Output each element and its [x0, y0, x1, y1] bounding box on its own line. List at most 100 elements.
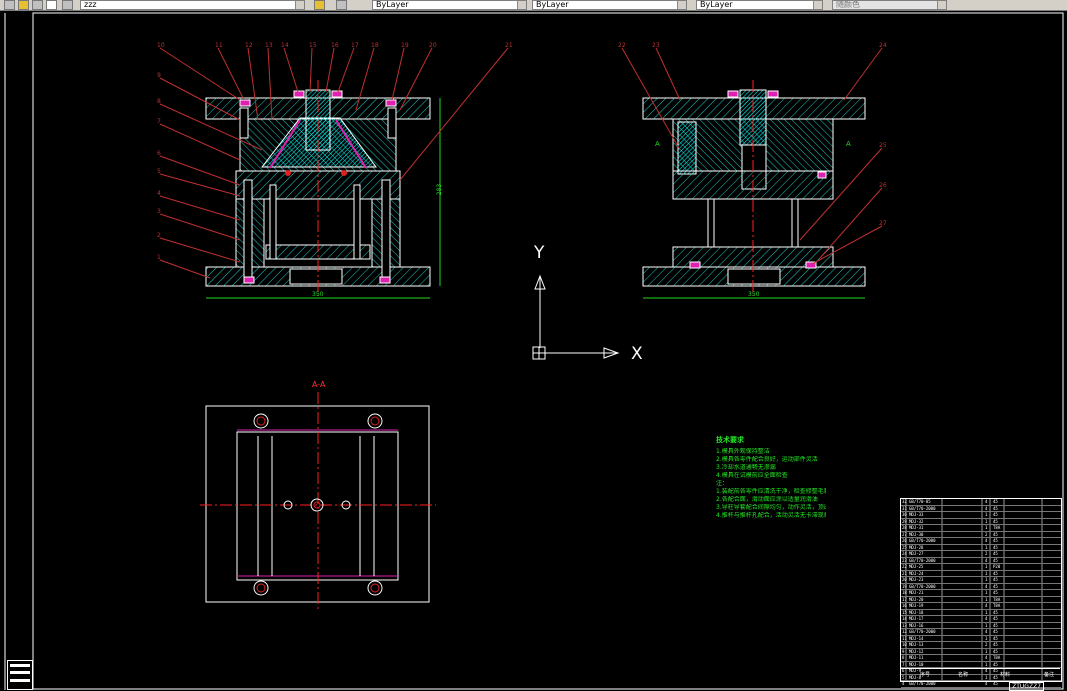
tech-note-line: 2.各配合面，滑动面应涂以适量润滑油: [716, 496, 818, 503]
bom-row-code: MDJ-21: [909, 590, 924, 595]
chevron-down-icon[interactable]: [813, 1, 822, 9]
bom-row-index: 7: [902, 661, 905, 667]
front-part-number: 3: [157, 208, 161, 215]
layer-prev-icon[interactable]: [62, 0, 73, 10]
ucs-x-label: X: [631, 344, 643, 364]
chevron-down-icon[interactable]: [937, 1, 946, 9]
bom-row-code: MDJ-16: [909, 622, 924, 628]
bom-row-qty: 1: [985, 544, 988, 550]
bom-row-qty: 4: [985, 583, 988, 589]
side-screw-head-3: [689, 261, 701, 269]
side-part-number: 22: [618, 42, 626, 49]
title-block-material-header: 材料: [1000, 672, 1011, 678]
bom-row-qty: 2: [985, 531, 988, 537]
bom-row-material: 45: [993, 622, 998, 628]
bom-row-material: 45: [993, 551, 998, 556]
bom-row-material: T8A: [993, 655, 1001, 660]
plotstyle-dropdown-value: 随颜色: [836, 0, 860, 9]
section-guide-hole-tl-inner: [256, 416, 266, 426]
bom-row-code: GB/T70-2000: [909, 629, 936, 634]
ucs-y-label: Y: [534, 243, 545, 263]
front-width-dimension: 350: [312, 291, 324, 298]
title-block-remark-header: 备注: [1044, 672, 1055, 678]
bom-row-qty: 4: [985, 616, 988, 621]
bom-row-index: 26: [902, 538, 907, 543]
drawing-number: ZTUGZZ7: [1009, 682, 1044, 691]
bom-row-qty: 4: [985, 499, 988, 504]
side-pin-left: [707, 198, 715, 248]
front-bottom-opening: [289, 268, 343, 285]
section-guide-hole-br-inner: [370, 583, 380, 593]
front-part-number: 10: [157, 42, 165, 49]
side-pin-right: [791, 198, 799, 248]
color-dropdown[interactable]: ByLayer: [372, 0, 527, 10]
bom-row-code: MDJ-25: [909, 564, 924, 569]
make-object-layer-current-icon[interactable]: [314, 0, 325, 10]
plotstyle-dropdown[interactable]: 随颜色: [832, 0, 947, 10]
bom-row-code: MDJ-31: [909, 525, 924, 530]
tech-note-line: 3.冷却水道通畅无渗漏: [716, 464, 776, 471]
bom-row-code: GB/T70-2000: [909, 505, 936, 511]
bom-row-material: 45: [993, 583, 998, 589]
front-part-number: 1: [157, 254, 161, 261]
bom-row-material: T8A: [993, 603, 1001, 608]
front-guide-pin-left: [239, 107, 249, 139]
front-ejector-pin-left: [269, 184, 277, 260]
bom-row-material: P20: [993, 564, 1001, 569]
layer-color-swatch-icon[interactable]: [46, 0, 57, 10]
bom-row-material: 45: [993, 499, 998, 504]
bom-row-material: 45: [993, 642, 998, 647]
bom-row-qty: 2: [985, 642, 988, 647]
bom-row-index: 18: [902, 590, 907, 595]
bom-row-material: 45: [993, 557, 998, 563]
bom-row-qty: 1: [985, 609, 988, 615]
bom-row-qty: 2: [985, 551, 988, 556]
front-part-number: 17: [351, 42, 359, 49]
bom-row-code: MDJ-30: [909, 531, 924, 537]
bom-row-material: 45: [993, 616, 998, 621]
layer-dropdown[interactable]: zzz: [80, 0, 305, 10]
linetype-dropdown[interactable]: ByLayer: [532, 0, 687, 10]
chevron-down-icon[interactable]: [677, 1, 686, 9]
front-part-number: 15: [309, 42, 317, 49]
bom-row-code: GB/T70-2000: [909, 583, 936, 589]
bom-row-index: 27: [902, 531, 907, 537]
bom-row-code: MDJ-18: [909, 609, 924, 615]
section-guide-hole-tr: [367, 413, 383, 429]
layer-previous-icon[interactable]: [336, 0, 347, 10]
bom-row-code: MDJ-28: [909, 544, 924, 550]
bom-row-material: 45: [993, 635, 998, 641]
layer-properties-icon[interactable]: [4, 0, 15, 10]
chevron-down-icon[interactable]: [295, 1, 304, 9]
tech-note-line: 3.导柱导套配合间隙均匀，动作灵活，顶出，复位: [716, 504, 826, 511]
bom-row-code: MDJ-11: [909, 655, 924, 660]
bill-of-materials-table: 32 GB/T70-85 4 45 31 GB/T70-2000 4 45 30 MDJ-33 1 4…: [900, 498, 1062, 688]
bom-row-index: 17: [902, 596, 907, 602]
front-ejector-pin-right: [353, 184, 361, 260]
side-part-number: 24: [879, 42, 887, 49]
bom-row-code: MDJ-20: [909, 596, 924, 602]
bom-row-material: T8A: [993, 525, 1001, 530]
layer-lock-icon[interactable]: [32, 0, 43, 10]
bom-row-material: 45: [993, 505, 998, 511]
color-dropdown-value: ByLayer: [376, 0, 409, 9]
bom-row-index: 20: [902, 577, 907, 582]
side-part-number: 27: [879, 220, 887, 227]
front-part-number: 19: [401, 42, 409, 49]
side-screw-head-5: [817, 171, 827, 179]
side-view: A A: [642, 80, 866, 299]
section-view: [200, 392, 436, 610]
layer-state-sun-icon[interactable]: [18, 0, 29, 10]
front-part-number: 2: [157, 232, 161, 239]
bom-row-code: GB/T70-2000: [909, 557, 936, 563]
bom-row-material: 45: [993, 629, 998, 634]
bom-row-code: MDJ-23: [909, 577, 924, 582]
bom-row-index: 28: [902, 525, 907, 530]
front-bolt-right: [381, 179, 391, 281]
chevron-down-icon[interactable]: [517, 1, 526, 9]
bom-row-qty: 1: [985, 622, 988, 628]
front-part-number: 16: [331, 42, 339, 49]
bom-row-code: MDJ-13: [909, 642, 924, 647]
lineweight-dropdown[interactable]: ByLayer: [696, 0, 823, 10]
bom-row-index: 19: [902, 583, 907, 589]
